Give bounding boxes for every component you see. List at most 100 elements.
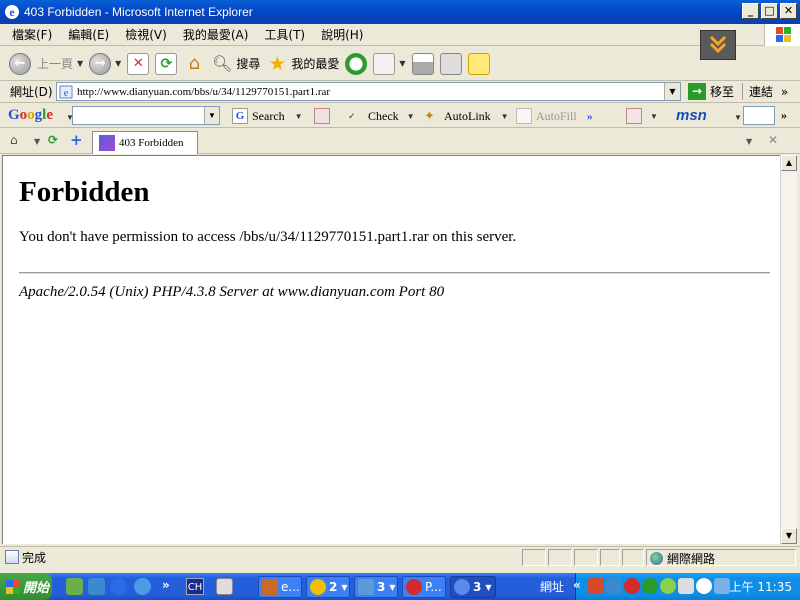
back-dropdown-icon[interactable]: ▼	[77, 59, 83, 68]
taskbar-button[interactable]: e...	[258, 576, 302, 598]
svg-text:e: e	[64, 88, 69, 99]
forward-dropdown-icon[interactable]: ▼	[115, 59, 121, 68]
google-search-menu-icon[interactable]: ▼	[295, 112, 303, 121]
mail-dropdown-icon[interactable]: ▼	[399, 59, 405, 68]
tab-bar: ⌂ ▼ ⟳ + 403 Forbidden ▼ ✕	[0, 129, 800, 154]
quicklaunch-ie-icon[interactable]	[110, 578, 127, 595]
minimize-button[interactable]: _	[742, 3, 759, 19]
refresh-button[interactable]: ⟳	[152, 50, 180, 78]
autolink-label: AutoLink	[444, 108, 491, 123]
tab-active[interactable]: 403 Forbidden	[92, 131, 198, 154]
window-title: 403 Forbidden - Microsoft Internet Explo…	[24, 5, 253, 19]
mail-button[interactable]: ▼	[370, 50, 408, 78]
keyboard-icon[interactable]	[216, 578, 233, 595]
tray-update-icon[interactable]	[660, 578, 676, 594]
app-icon	[262, 579, 278, 595]
vertical-scrollbar[interactable]: ▲ ▼	[780, 155, 797, 544]
taskbar-button-label: e...	[281, 580, 300, 594]
taskbar-button[interactable]: P...	[402, 576, 446, 598]
print-button[interactable]	[409, 50, 437, 78]
translate-button[interactable]: ▼	[626, 108, 658, 124]
scroll-up-icon[interactable]: ▲	[781, 155, 797, 171]
tab-title: 403 Forbidden	[119, 137, 184, 149]
history-icon	[345, 52, 368, 75]
title-bar[interactable]: e 403 Forbidden - Microsoft Internet Exp…	[0, 0, 800, 24]
msn-menu-icon[interactable]: ▼	[734, 113, 742, 122]
status-pane	[548, 549, 572, 566]
scroll-down-icon[interactable]: ▼	[781, 528, 797, 544]
spell-check-icon: ✓	[348, 111, 356, 121]
taskbar-button-active[interactable]: 3 ▼	[450, 576, 496, 598]
printer-icon	[411, 52, 434, 75]
msn-search-input[interactable]	[743, 106, 775, 125]
favorites-label: 我的最愛	[291, 57, 340, 71]
new-tab-icon[interactable]: +	[70, 131, 83, 149]
taskbar-address-label[interactable]: 網址	[540, 578, 564, 595]
autolink-button[interactable]: ✦ AutoLink ▼	[424, 108, 509, 124]
msn-logo[interactable]: msn	[676, 107, 707, 124]
clock[interactable]: 上午 11:35	[730, 578, 792, 595]
stop-button[interactable]: ✕	[124, 50, 152, 78]
menu-favorites[interactable]: 我的最愛(A)	[175, 26, 257, 43]
tray-messenger-icon[interactable]	[606, 578, 622, 594]
favorites-button[interactable]: ★ 我的最愛	[263, 50, 342, 78]
tab-home-dropdown-icon[interactable]: ▼	[34, 137, 40, 146]
google-more-icon[interactable]: »	[587, 109, 593, 124]
status-pane	[622, 549, 644, 566]
search-button[interactable]: 🔍︎ 搜尋	[208, 50, 263, 78]
spell-check-button[interactable]: ✓ Check ▼	[348, 108, 415, 124]
tray-network-icon[interactable]	[642, 578, 658, 594]
menu-edit[interactable]: 編輯(E)	[60, 26, 117, 43]
menu-view[interactable]: 檢視(V)	[117, 26, 175, 43]
google-search-input[interactable]: ▼	[72, 106, 220, 125]
home-button[interactable]: ⌂	[180, 50, 208, 78]
google-g-icon: G	[232, 108, 248, 124]
msn-more-icon[interactable]: »	[781, 108, 787, 123]
menu-tools[interactable]: 工具(T)	[256, 26, 313, 43]
tray-expand-icon[interactable]: «	[573, 578, 581, 592]
skype-icon	[406, 579, 422, 595]
tray-search-icon[interactable]	[678, 578, 694, 594]
taskbar-button[interactable]: 3 ▼	[354, 576, 398, 598]
links-button[interactable]: 連結 »	[742, 83, 788, 100]
maximize-button[interactable]: □	[761, 3, 778, 19]
page-icon: e	[59, 85, 73, 99]
autolink-menu-icon[interactable]: ▼	[501, 112, 509, 121]
language-indicator[interactable]: CH	[186, 578, 204, 595]
tray-chat-icon[interactable]	[696, 578, 712, 594]
tab-refresh-icon[interactable]: ⟳	[48, 133, 58, 147]
tab-close-icon[interactable]: ✕	[768, 133, 778, 147]
tab-list-icon[interactable]: ▼	[746, 137, 752, 146]
app-group-icon	[358, 579, 374, 595]
start-button[interactable]: 開始	[0, 573, 52, 600]
go-button[interactable]: → 移至	[688, 83, 734, 100]
address-input[interactable]: e http://www.dianyuan.com/bbs/u/34/11297…	[56, 82, 681, 101]
menu-file[interactable]: 檔案(F)	[0, 26, 60, 43]
google-logo[interactable]: Google	[8, 107, 53, 124]
messenger-icon	[310, 579, 326, 595]
quicklaunch-more-icon[interactable]: »	[162, 578, 170, 592]
discuss-button[interactable]	[465, 50, 493, 78]
edit-button[interactable]	[437, 50, 465, 78]
forward-button[interactable]: → ▼	[86, 50, 124, 78]
quicklaunch-messenger-icon[interactable]	[88, 578, 105, 595]
popup-blocker-button[interactable]	[314, 108, 334, 124]
quicklaunch-music-icon[interactable]	[66, 578, 83, 595]
tray-antivirus-icon[interactable]	[624, 578, 640, 594]
menu-help[interactable]: 說明(H)	[313, 26, 371, 43]
autofill-button[interactable]: AutoFill »	[516, 108, 593, 124]
tray-volume-icon[interactable]	[714, 578, 730, 594]
spell-check-menu-icon[interactable]: ▼	[407, 112, 415, 121]
tab-home-icon[interactable]: ⌂	[10, 133, 18, 147]
tray-app-icon[interactable]	[588, 578, 604, 594]
back-button[interactable]: ← 上一頁 ▼	[6, 50, 86, 78]
status-page-icon	[5, 550, 19, 564]
google-search-dropdown-icon[interactable]: ▼	[204, 107, 219, 124]
taskbar-button[interactable]: 2 ▼	[306, 576, 350, 598]
history-button[interactable]	[342, 50, 370, 78]
quicklaunch-chat-icon[interactable]	[134, 578, 151, 595]
address-dropdown-icon[interactable]: ▼	[664, 83, 680, 100]
google-search-button[interactable]: G Search ▼	[232, 108, 303, 124]
close-button[interactable]: ✕	[780, 3, 797, 19]
translate-menu-icon[interactable]: ▼	[650, 112, 658, 121]
